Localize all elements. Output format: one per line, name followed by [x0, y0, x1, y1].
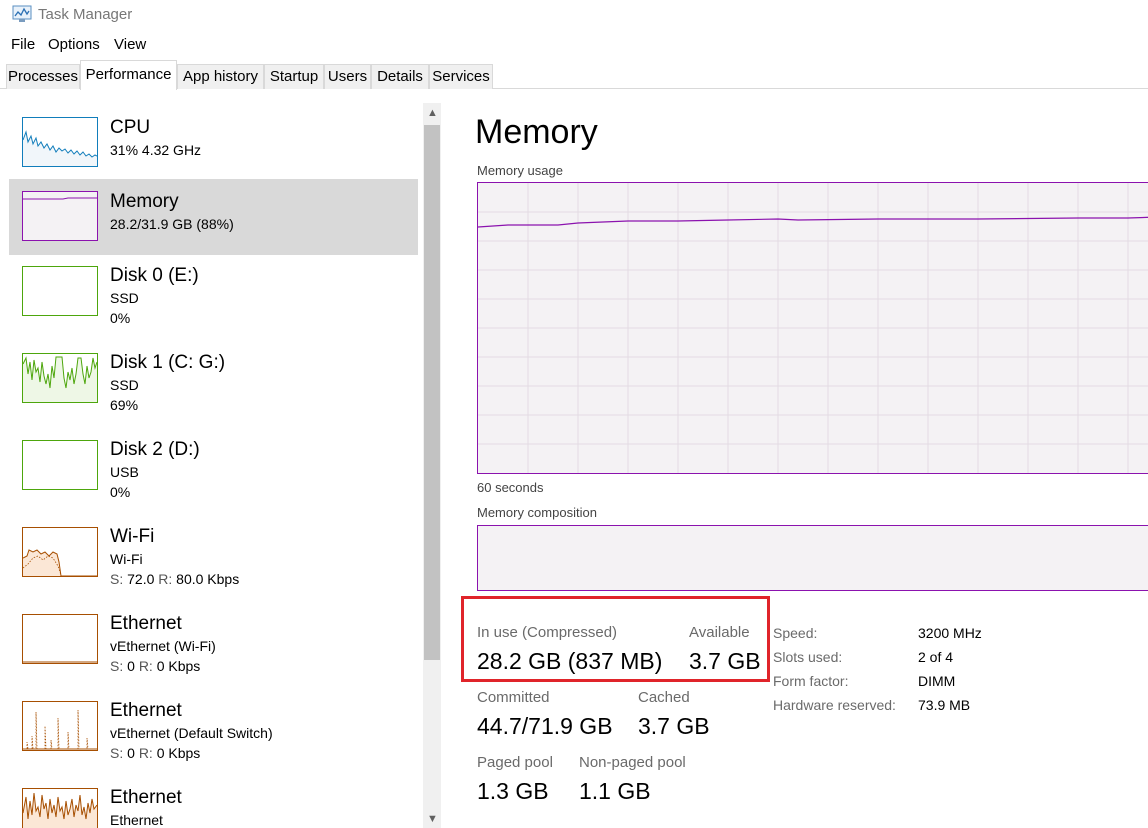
- slots-used-value: 2 of 4: [918, 649, 954, 665]
- sidebar-item-detail: 28.2/31.9 GB (88%): [110, 216, 234, 232]
- menu-view[interactable]: View: [114, 36, 146, 53]
- menu-options[interactable]: Options: [48, 36, 100, 53]
- sidebar-item-type: USB: [110, 464, 139, 480]
- sidebar-item-title: Ethernet: [110, 613, 182, 634]
- disk-0-thumbnail-graph: [22, 266, 98, 316]
- sidebar-item-disk-0[interactable]: Disk 0 (E:) SSD 0%: [9, 262, 418, 338]
- menu-file[interactable]: File: [11, 36, 35, 53]
- sidebar-item-wifi[interactable]: Wi-Fi Wi-Fi S: 72.0 R: 80.0 Kbps: [9, 523, 418, 599]
- hardware-reserved-value: 73.9 MB: [918, 697, 971, 713]
- memory-usage-graph: [477, 182, 1148, 474]
- sidebar-item-ethernet[interactable]: Ethernet Ethernet: [9, 784, 418, 828]
- memory-composition-bar: [477, 525, 1148, 591]
- time-span-label: 60 seconds: [477, 480, 544, 495]
- send-label: S:: [110, 571, 124, 587]
- sidebar-item-adapter: Wi-Fi: [110, 551, 143, 567]
- sidebar-item-ethernet-wifi[interactable]: Ethernet vEthernet (Wi-Fi) S: 0 R: 0 Kbp…: [9, 610, 418, 686]
- task-manager-icon: [12, 5, 32, 22]
- sidebar-item-title: CPU: [110, 117, 151, 138]
- sidebar: CPU 31% 4.32 GHz Memory 28.2/31.9 GB (88…: [0, 90, 445, 828]
- in-use-label: In use (Compressed): [477, 624, 618, 641]
- memory-composition-label: Memory composition: [477, 505, 597, 520]
- cpu-thumbnail-graph: [22, 117, 98, 167]
- cached-value: 3.7 GB: [638, 713, 710, 739]
- scroll-up-arrow-icon[interactable]: ▲: [427, 107, 438, 119]
- non-paged-pool-value: 1.1 GB: [579, 778, 651, 804]
- sidebar-item-title: Ethernet: [110, 787, 182, 808]
- sidebar-item-detail: 31% 4.32 GHz: [110, 142, 202, 158]
- sidebar-item-title: Disk 0 (E:): [110, 265, 199, 286]
- ethernet-thumbnail-graph: [22, 788, 98, 828]
- sidebar-item-ethernet-default-switch[interactable]: Ethernet vEthernet (Default Switch) S: 0…: [9, 697, 418, 773]
- tab-startup[interactable]: Startup: [264, 64, 324, 89]
- sidebar-item-throughput: S: 0 R: 0 Kbps: [110, 658, 200, 674]
- tab-performance[interactable]: Performance: [80, 60, 177, 90]
- ethernet-thumbnail-graph: [22, 701, 98, 751]
- form-factor-label: Form factor:: [773, 673, 849, 689]
- memory-thumbnail-graph: [22, 191, 98, 241]
- tab-processes[interactable]: Processes: [6, 64, 80, 89]
- sidebar-scrollbar[interactable]: ▲ ▼: [423, 103, 441, 828]
- title-bar: Task Manager: [0, 0, 1148, 30]
- sidebar-item-title: Disk 1 (C: G:): [110, 352, 226, 373]
- committed-label: Committed: [477, 689, 550, 706]
- hardware-reserved-label: Hardware reserved:: [773, 697, 896, 713]
- sidebar-item-title: Disk 2 (D:): [110, 439, 200, 460]
- sidebar-item-disk-2[interactable]: Disk 2 (D:) USB 0%: [9, 436, 418, 512]
- sidebar-item-adapter: vEthernet (Default Switch): [110, 725, 273, 741]
- send-value: 72.0: [123, 571, 159, 587]
- sidebar-item-throughput: S: 72.0 R: 80.0 Kbps: [110, 571, 239, 587]
- sidebar-item-type: SSD: [110, 290, 139, 306]
- sidebar-item-title: Ethernet: [110, 700, 182, 721]
- scroll-down-arrow-icon[interactable]: ▼: [427, 813, 438, 825]
- send-value: 0: [123, 658, 139, 674]
- sidebar-item-type: SSD: [110, 377, 139, 393]
- speed-value: 3200 MHz: [918, 625, 982, 641]
- sidebar-item-usage: 0%: [110, 310, 131, 326]
- send-label: S:: [110, 658, 124, 674]
- send-label: S:: [110, 745, 124, 761]
- menu-bar: File Options View: [0, 33, 1148, 57]
- committed-value: 44.7/71.9 GB: [477, 713, 613, 739]
- receive-label: R:: [138, 658, 153, 674]
- sidebar-item-title: Wi-Fi: [110, 526, 155, 547]
- tab-app-history[interactable]: App history: [177, 64, 264, 89]
- tab-bar: Processes Performance App history Startu…: [0, 60, 1148, 90]
- receive-value: 80.0 Kbps: [172, 571, 240, 587]
- scroll-thumb[interactable]: [424, 125, 440, 660]
- page-title: Memory: [475, 113, 598, 151]
- receive-value: 0 Kbps: [152, 745, 201, 761]
- available-value: 3.7 GB: [689, 648, 761, 674]
- send-value: 0: [123, 745, 139, 761]
- paged-pool-label: Paged pool: [477, 754, 553, 771]
- sidebar-item-memory[interactable]: Memory 28.2/31.9 GB (88%): [9, 179, 418, 255]
- tab-services[interactable]: Services: [429, 64, 493, 89]
- sidebar-item-adapter: vEthernet (Wi-Fi): [110, 638, 216, 654]
- ethernet-thumbnail-graph: [22, 614, 98, 664]
- non-paged-pool-label: Non-paged pool: [579, 754, 686, 771]
- receive-label: R:: [138, 745, 153, 761]
- sidebar-item-adapter: Ethernet: [110, 812, 163, 828]
- receive-label: R:: [158, 571, 173, 587]
- sidebar-item-throughput: S: 0 R: 0 Kbps: [110, 745, 200, 761]
- memory-usage-label: Memory usage: [477, 163, 563, 178]
- tab-details[interactable]: Details: [371, 64, 429, 89]
- slots-used-label: Slots used:: [773, 649, 843, 665]
- speed-label: Speed:: [773, 625, 818, 641]
- wifi-thumbnail-graph: [22, 527, 98, 577]
- receive-value: 0 Kbps: [152, 658, 201, 674]
- form-factor-value: DIMM: [918, 673, 956, 689]
- cached-label: Cached: [638, 689, 690, 706]
- sidebar-item-disk-1[interactable]: Disk 1 (C: G:) SSD 69%: [9, 349, 418, 425]
- sidebar-item-usage: 0%: [110, 484, 131, 500]
- sidebar-item-usage: 69%: [110, 397, 139, 413]
- in-use-value: 28.2 GB (837 MB): [477, 648, 663, 674]
- paged-pool-value: 1.3 GB: [477, 778, 549, 804]
- sidebar-item-title: Memory: [110, 191, 179, 212]
- disk-1-thumbnail-graph: [22, 353, 98, 403]
- disk-2-thumbnail-graph: [22, 440, 98, 490]
- tab-users[interactable]: Users: [324, 64, 371, 89]
- available-label: Available: [689, 624, 750, 641]
- window-title: Task Manager: [38, 6, 133, 23]
